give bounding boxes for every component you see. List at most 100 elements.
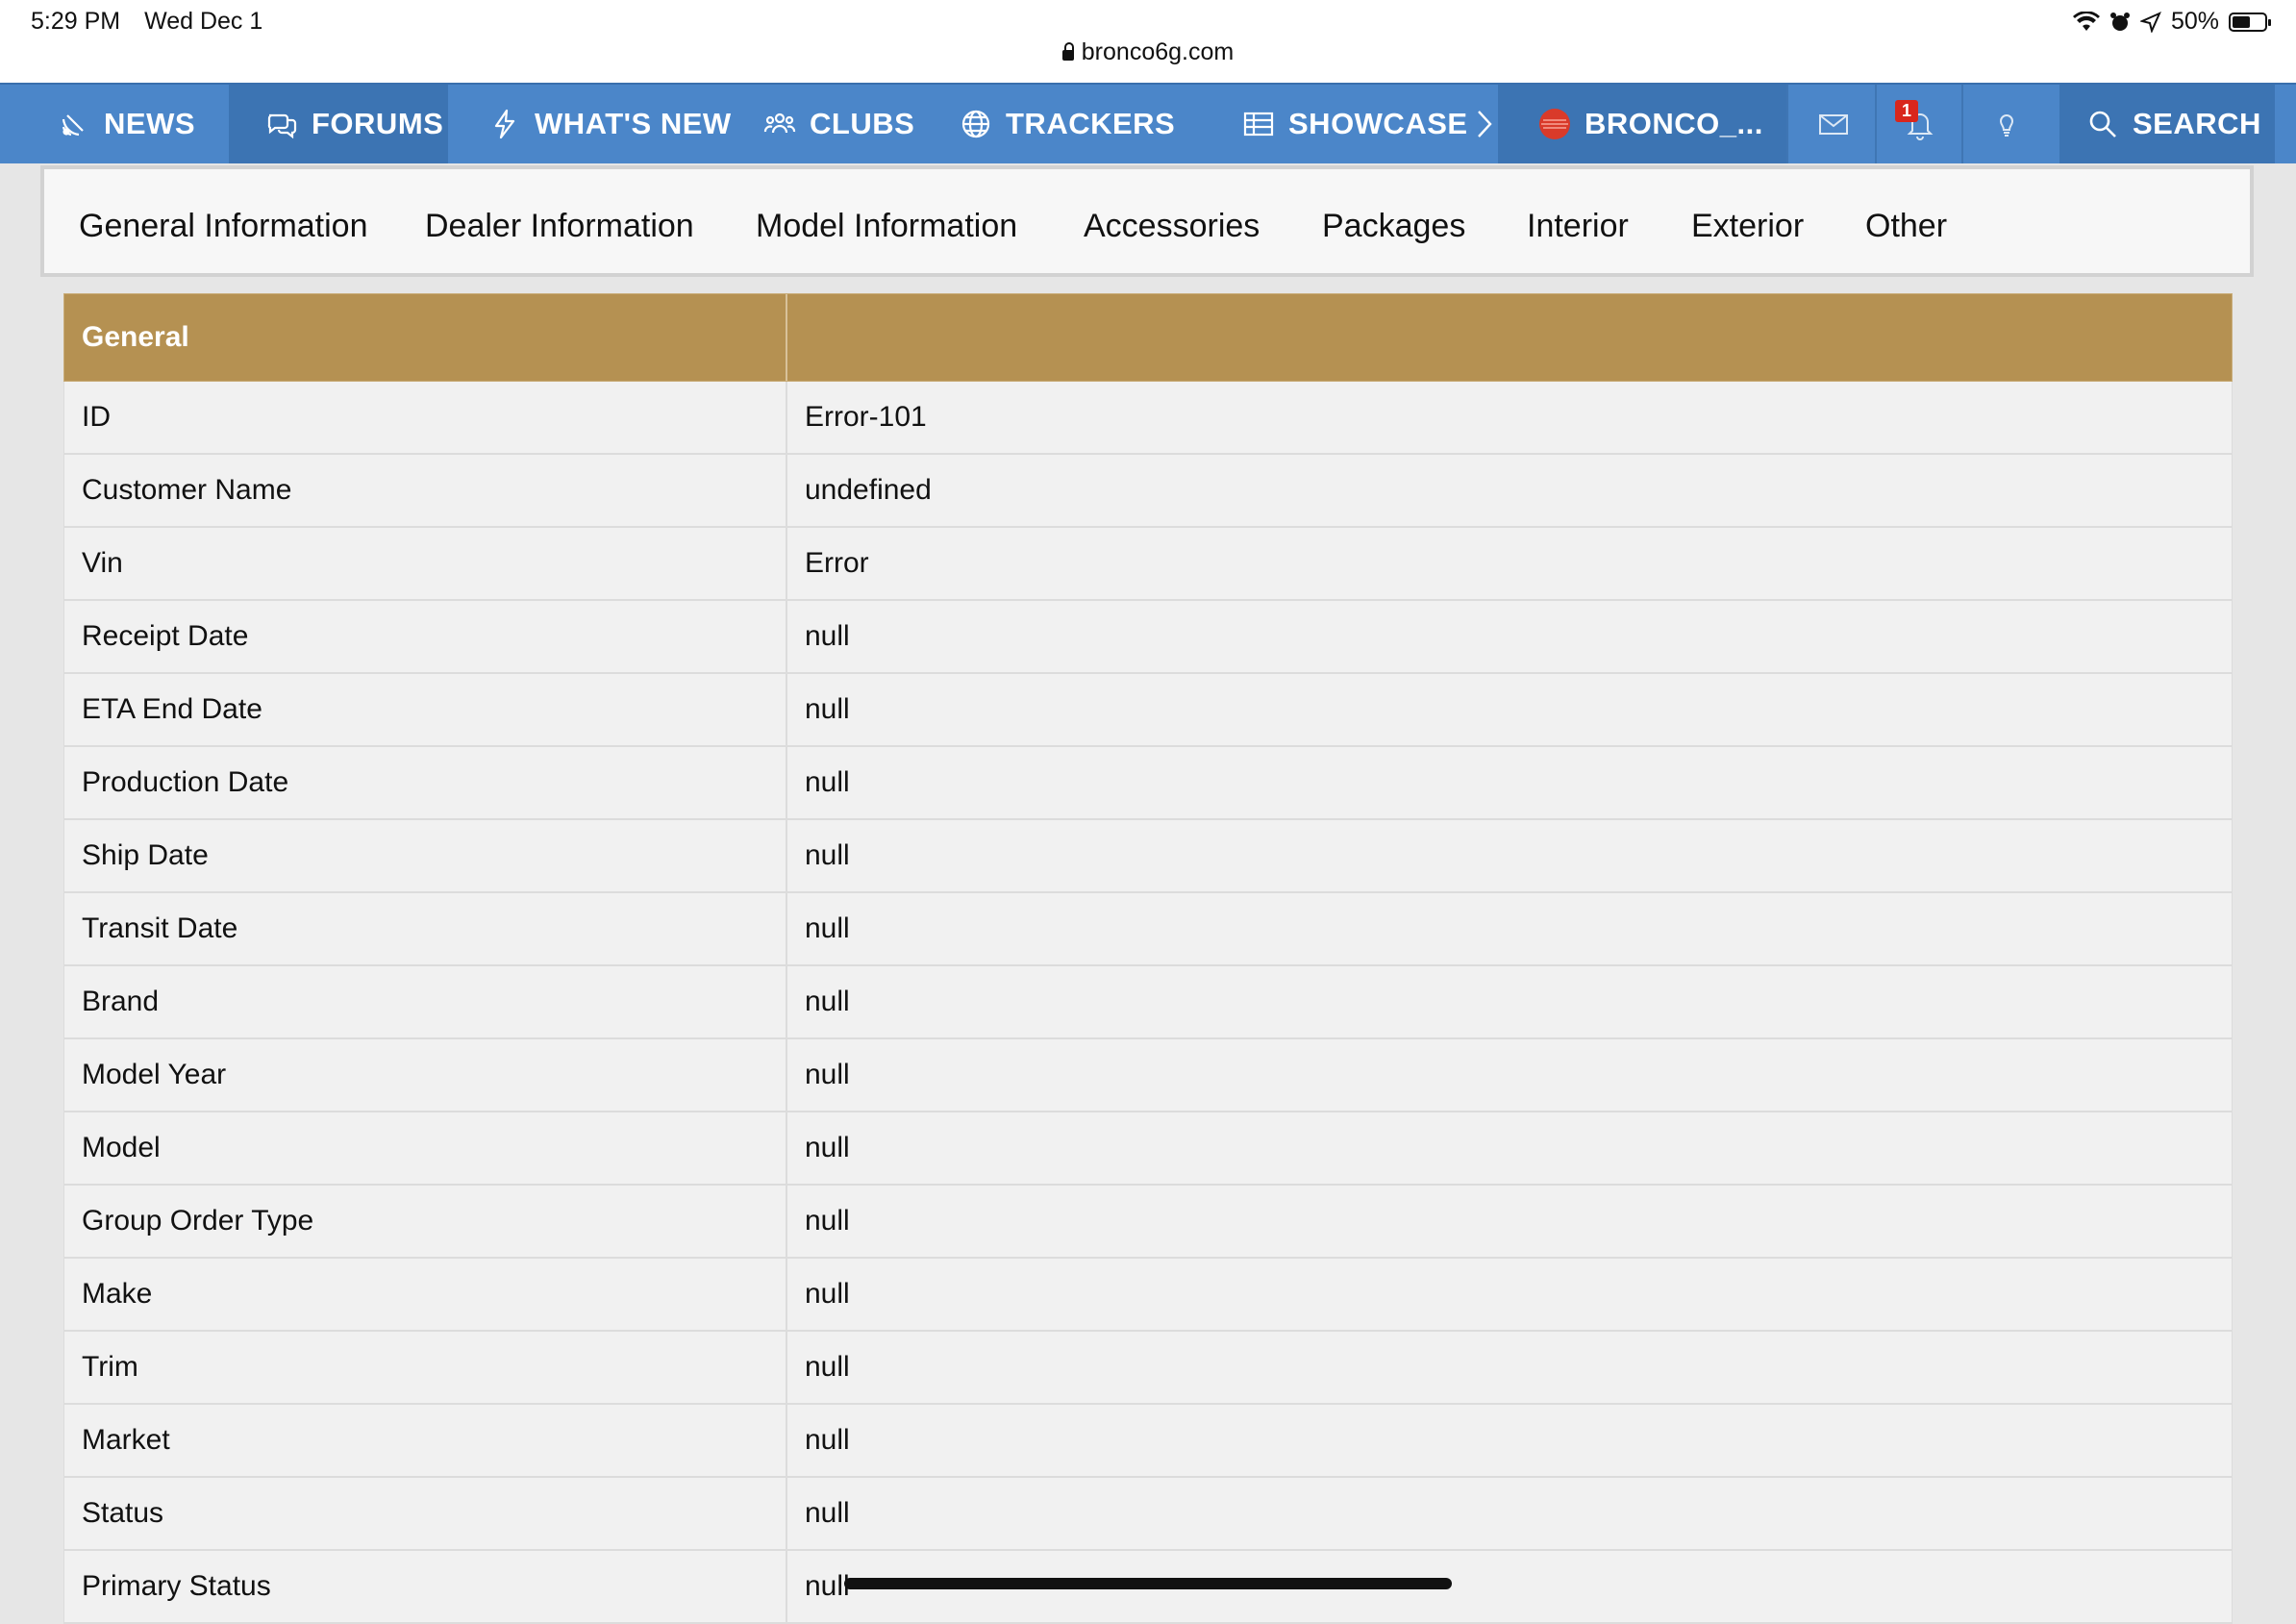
status-left: 5:29 PM Wed Dec 1 bbox=[31, 8, 280, 36]
row-value: null bbox=[805, 839, 850, 871]
info-tabs: General Information Dealer Information M… bbox=[40, 165, 2254, 277]
row-value: null bbox=[805, 1497, 850, 1529]
tab-exterior[interactable]: Exterior bbox=[1691, 208, 1804, 245]
table-grid-icon bbox=[1243, 112, 1274, 137]
tab-other[interactable]: Other bbox=[1865, 208, 1947, 245]
nav-whats-new-label: WHAT'S NEW bbox=[535, 107, 732, 140]
nav-user[interactable]: BRONCO_... bbox=[1538, 85, 1763, 163]
wifi-icon bbox=[2072, 11, 2100, 31]
row-label: Primary Status bbox=[64, 1551, 787, 1622]
alarm-icon bbox=[2109, 12, 2130, 31]
row-value: null bbox=[805, 1278, 850, 1310]
row-label: Transit Date bbox=[64, 893, 787, 964]
tab-dealer-information[interactable]: Dealer Information bbox=[425, 208, 694, 245]
row-label: Group Order Type bbox=[64, 1186, 787, 1257]
home-indicator[interactable] bbox=[844, 1578, 1452, 1589]
nav-showcase-label: SHOWCASE bbox=[1288, 107, 1468, 140]
nav-inbox[interactable] bbox=[1817, 85, 1850, 163]
nav-separator bbox=[1786, 85, 1788, 163]
nav-forums-label: FORUMS bbox=[312, 107, 444, 140]
row-value: null bbox=[805, 1351, 850, 1383]
lightbulb-icon bbox=[1999, 114, 2014, 137]
row-label: Production Date bbox=[64, 747, 787, 818]
tab-packages[interactable]: Packages bbox=[1322, 208, 1465, 245]
general-info-table: General ID Error-101 Customer Name undefine… bbox=[63, 293, 2233, 1624]
nav-clubs-label: CLUBS bbox=[810, 107, 915, 140]
table-row: Model Year null bbox=[63, 1039, 2233, 1112]
nav-forums[interactable]: FORUMS bbox=[265, 85, 443, 163]
table-row: ID Error-101 bbox=[63, 382, 2233, 455]
globe-icon bbox=[961, 110, 990, 138]
battery-percent: 50% bbox=[2170, 8, 2219, 35]
table-row: Receipt Date null bbox=[63, 601, 2233, 674]
table-header: General bbox=[63, 293, 2233, 382]
row-value: null bbox=[805, 1424, 850, 1456]
row-value: null bbox=[805, 1059, 850, 1090]
nav-alerts[interactable] bbox=[1904, 85, 1936, 163]
search-icon bbox=[2089, 111, 2116, 137]
site-nav-bar: NEWS FORUMS WHAT'S NEW CLUBS TRACKERS SH… bbox=[0, 83, 2296, 163]
table-row: Status null bbox=[63, 1478, 2233, 1551]
address-bar[interactable]: bronco6g.com bbox=[0, 38, 2296, 66]
battery-icon bbox=[2229, 12, 2271, 32]
row-label: Brand bbox=[64, 966, 787, 1037]
row-value: Error-101 bbox=[805, 401, 927, 433]
row-label: Model bbox=[64, 1112, 787, 1184]
table-body: ID Error-101 Customer Name undefined Vin Erro… bbox=[63, 382, 2233, 1624]
nav-scroll-right[interactable] bbox=[1467, 85, 1500, 163]
nav-search[interactable]: SEARCH bbox=[2086, 85, 2261, 163]
row-value: null bbox=[805, 1132, 850, 1163]
table-row: Group Order Type null bbox=[63, 1186, 2233, 1259]
nav-trackers[interactable]: TRACKERS bbox=[960, 85, 1175, 163]
nav-news-label: NEWS bbox=[104, 107, 195, 140]
row-value: null bbox=[805, 1205, 850, 1237]
row-value: null bbox=[805, 986, 850, 1017]
table-row: Ship Date null bbox=[63, 820, 2233, 893]
table-row: ETA End Date null bbox=[63, 674, 2233, 747]
row-label: Make bbox=[64, 1259, 787, 1330]
nav-whats-new[interactable]: WHAT'S NEW bbox=[488, 85, 732, 163]
row-label: Ship Date bbox=[64, 820, 787, 891]
row-value: Error bbox=[805, 547, 869, 579]
table-header-value bbox=[787, 294, 2232, 381]
row-label: ID bbox=[64, 382, 787, 453]
nav-showcase[interactable]: SHOWCASE bbox=[1242, 85, 1468, 163]
nav-user-label: BRONCO_... bbox=[1585, 107, 1763, 140]
row-value: null bbox=[805, 620, 850, 652]
tab-model-information[interactable]: Model Information bbox=[756, 208, 1017, 245]
row-label: ETA End Date bbox=[64, 674, 787, 745]
chevron-right-icon bbox=[1478, 111, 1492, 137]
row-value: null bbox=[805, 766, 850, 798]
nav-trackers-label: TRACKERS bbox=[1006, 107, 1176, 140]
tab-accessories[interactable]: Accessories bbox=[1084, 208, 1260, 245]
nav-separator bbox=[1961, 85, 1963, 163]
row-value: null bbox=[805, 912, 850, 944]
nav-news[interactable]: NEWS bbox=[58, 85, 195, 163]
lightning-icon bbox=[494, 109, 515, 139]
satellite-icon bbox=[62, 114, 84, 137]
table-row: Customer Name undefined bbox=[63, 455, 2233, 528]
status-date: Wed Dec 1 bbox=[144, 8, 263, 35]
nav-search-label: SEARCH bbox=[2133, 107, 2261, 140]
status-time: 5:29 PM bbox=[31, 8, 121, 35]
row-label: Market bbox=[64, 1405, 787, 1476]
nav-whats-new-ideas[interactable] bbox=[1990, 85, 2023, 163]
nav-clubs[interactable]: CLUBS bbox=[763, 85, 914, 163]
avatar-icon bbox=[1539, 109, 1570, 139]
ios-status-bar: 5:29 PM Wed Dec 1 bronco6g.com 50% bbox=[0, 0, 2296, 83]
chat-bubbles-icon bbox=[267, 113, 297, 139]
lock-icon bbox=[1061, 42, 1074, 61]
nav-separator bbox=[1875, 85, 1877, 163]
alerts-count-badge: 1 bbox=[1895, 100, 1919, 122]
table-row: Brand null bbox=[63, 966, 2233, 1039]
location-icon bbox=[2139, 11, 2161, 33]
table-row: Model null bbox=[63, 1112, 2233, 1186]
row-label: Vin bbox=[64, 528, 787, 599]
table-header-label: General bbox=[64, 294, 787, 381]
tab-interior[interactable]: Interior bbox=[1527, 208, 1629, 245]
table-row: Trim null bbox=[63, 1332, 2233, 1405]
table-row: Market null bbox=[63, 1405, 2233, 1478]
table-row: Vin Error bbox=[63, 528, 2233, 601]
tab-general-information[interactable]: General Information bbox=[79, 208, 368, 245]
table-row: Production Date null bbox=[63, 747, 2233, 820]
